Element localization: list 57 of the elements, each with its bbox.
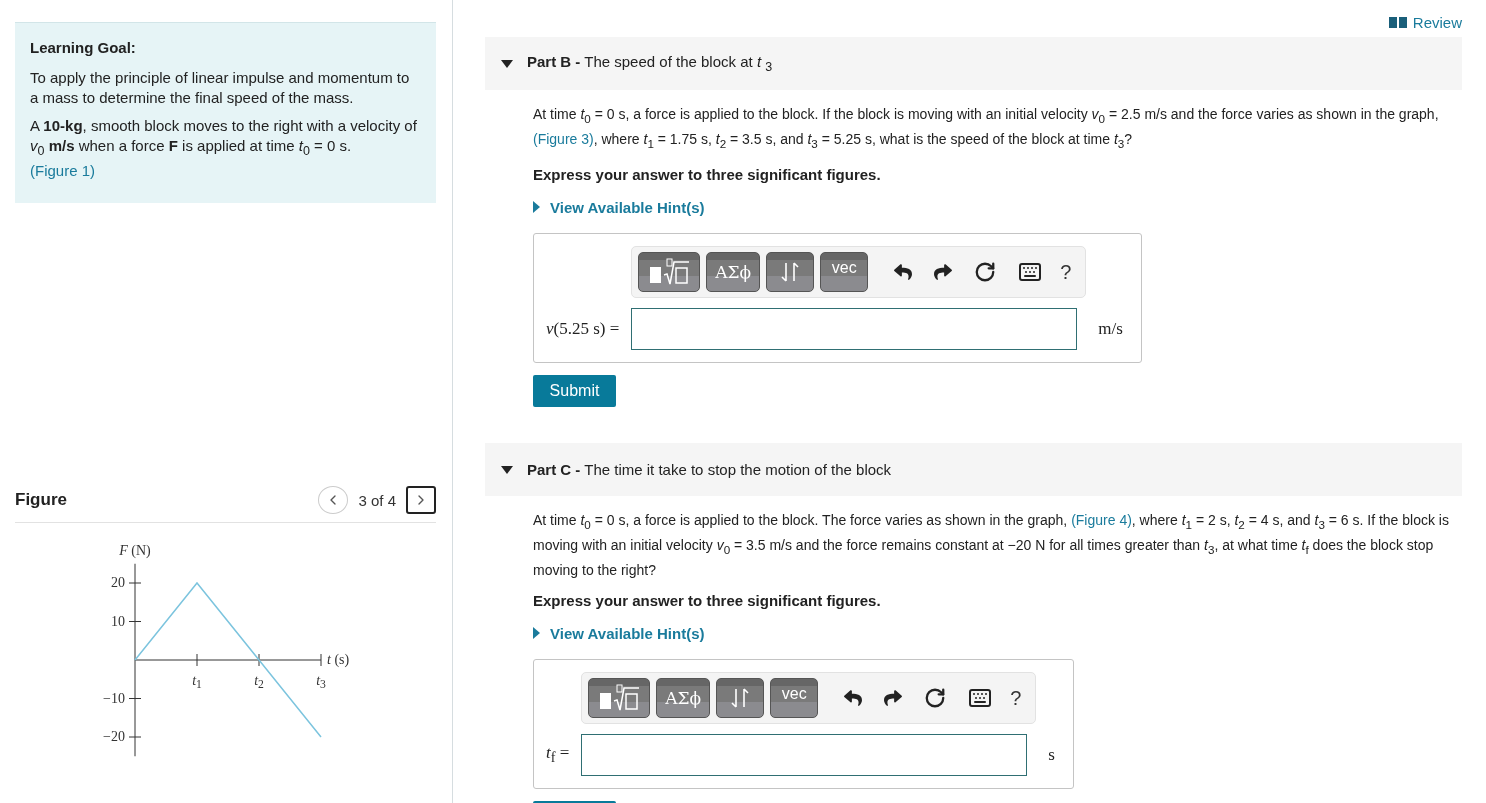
caret-icon[interactable]: [501, 59, 513, 68]
figure-link[interactable]: (Figure 3): [533, 130, 594, 147]
submit-button[interactable]: Submit: [533, 375, 616, 408]
figure-link[interactable]: (Figure 4): [1071, 512, 1132, 529]
help-button[interactable]: ?: [1056, 260, 1076, 284]
tick-label: t$_{2}$: [254, 672, 264, 692]
unit-label: s: [1048, 745, 1055, 766]
goal-text: A 10-kg, smooth block moves to the right with a velocity of v$_{0}$ m/s when a force F is applied at time t$_{0}$ = 0 s. (Figure 1): [30, 116, 418, 181]
triangle-icon: [533, 627, 540, 640]
part-title: Part C - The time it take to stop the motion of the block: [527, 461, 892, 479]
goal-text: To apply the principle of linear impulse and momentum to a mass to determine the final speed of the mass.: [30, 68, 411, 108]
answer-label: v(5.25 s) =: [546, 319, 620, 340]
symbols-button[interactable]: ΑΣϕ: [656, 678, 711, 719]
hint-link[interactable]: View Available Hint(s): [533, 624, 705, 642]
caret-icon[interactable]: [501, 465, 513, 474]
hint-link[interactable]: View Available Hint(s): [533, 198, 705, 216]
book-icon: [1388, 17, 1407, 28]
answer-field[interactable]: [581, 734, 1028, 777]
answer-label: t$_{f}$ =: [546, 743, 570, 767]
problem-text: At time t$_{0}$ = 0 s, a force is applied to the block. The force varies as shown in the graph, (Figure 4), where t$_{1}$ = 2 s, t$_{2}$ = 4 s, and t$_{3}$ = 6 s. If the block is moving with an initial velocity v$_{0}$ = 3.5 m/s and the force remains constant at −20 N for all times greater than t$_{3}$, at what time t$_{f}$ does the block stop moving to the right?: [533, 511, 1450, 580]
undo-icon: [894, 263, 913, 282]
template-button[interactable]: [638, 252, 701, 293]
help-button[interactable]: ?: [1006, 686, 1026, 710]
redo-icon: [934, 263, 953, 282]
unit-label: m/s: [1098, 319, 1123, 340]
part-title: Part B - The speed of the block at t $_{3}$: [527, 53, 773, 74]
triangle-icon: [533, 201, 540, 214]
vector-button[interactable]: vec: [820, 252, 869, 293]
reset-icon: [974, 261, 997, 284]
redo-icon: [884, 689, 903, 708]
symbols-button[interactable]: ΑΣϕ: [706, 252, 761, 293]
answer-field[interactable]: [631, 308, 1078, 351]
vector-button[interactable]: vec: [770, 678, 819, 719]
page-counter: 3 of 4: [358, 491, 396, 509]
part-header[interactable]: Part C - The time it take to stop the motion of the block: [485, 443, 1462, 497]
undo-icon: [844, 689, 863, 708]
template-button[interactable]: [588, 678, 651, 719]
figure-title: Figure: [15, 490, 67, 510]
axis-label: F (N): [119, 543, 151, 559]
review-link[interactable]: Review: [1388, 14, 1462, 31]
instruction-text: Express your answer to three significant figures.: [533, 165, 882, 183]
problem-text: At time t$_{0}$ = 0 s, a force is applied to the block. If the block is moving with an initial velocity v$_{0}$ = 2.5 m/s and the force varies as shown in the graph, (Figure 3), where t$_{1}$ = 1.75 s, t$_{2}$ = 3.5 s, and t$_{3}$ = 5.25 s, what is the speed of the block at time t$_{3}$?: [533, 105, 1440, 152]
reset-icon: [924, 687, 947, 710]
part-header[interactable]: Part B - The speed of the block at t $_{3}$: [485, 37, 1462, 90]
axis-label: t (s): [327, 652, 350, 668]
arrows-button[interactable]: [766, 252, 815, 293]
learning-goal-title: Learning Goal:: [30, 39, 137, 56]
instruction-text: Express your answer to three significant figures.: [533, 591, 882, 609]
tick-label: t$_{3}$: [316, 672, 326, 692]
tick-label: −10: [103, 690, 125, 707]
tick-label: t$_{1}$: [192, 672, 202, 692]
next-button[interactable]: [406, 486, 436, 514]
tick-label: 10: [111, 613, 125, 630]
tick-label: −20: [103, 729, 125, 745]
tick-label: 20: [111, 575, 125, 591]
figure-link[interactable]: (Figure 1): [30, 162, 96, 179]
arrows-button[interactable]: [716, 678, 765, 719]
